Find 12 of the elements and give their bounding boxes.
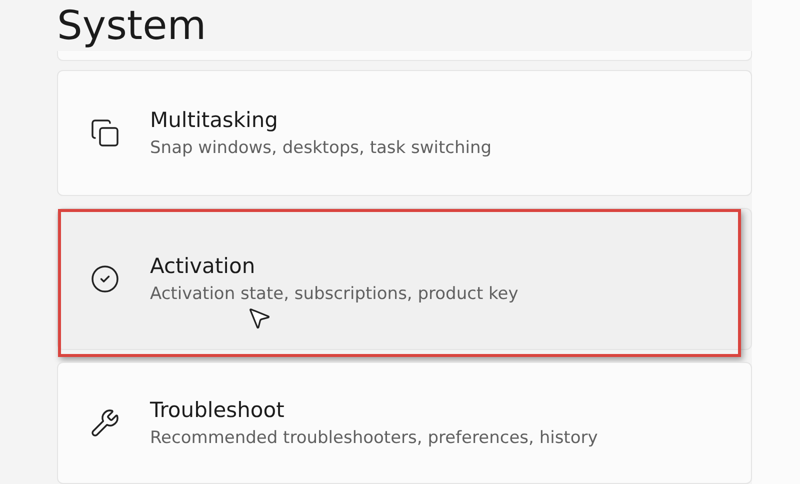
- item-description: Activation state, subscriptions, product key: [150, 284, 518, 304]
- item-description: Snap windows, desktops, task switching: [150, 138, 492, 158]
- wrench-icon: [90, 408, 120, 438]
- check-circle-icon: [90, 264, 120, 294]
- settings-item[interactable]: Multitasking Snap windows, desktops, task switching: [57, 70, 752, 196]
- settings-item[interactable]: Troubleshoot Recommended troubleshooters, preferences, history: [57, 362, 752, 484]
- windows-icon: [90, 118, 120, 148]
- item-title: Multitasking: [150, 108, 280, 132]
- item-description: Recommended troubleshooters, preferences, history: [150, 428, 598, 448]
- page-title: System: [57, 2, 208, 51]
- item-title: Troubleshoot: [150, 398, 286, 422]
- item-title: Activation: [150, 254, 256, 278]
